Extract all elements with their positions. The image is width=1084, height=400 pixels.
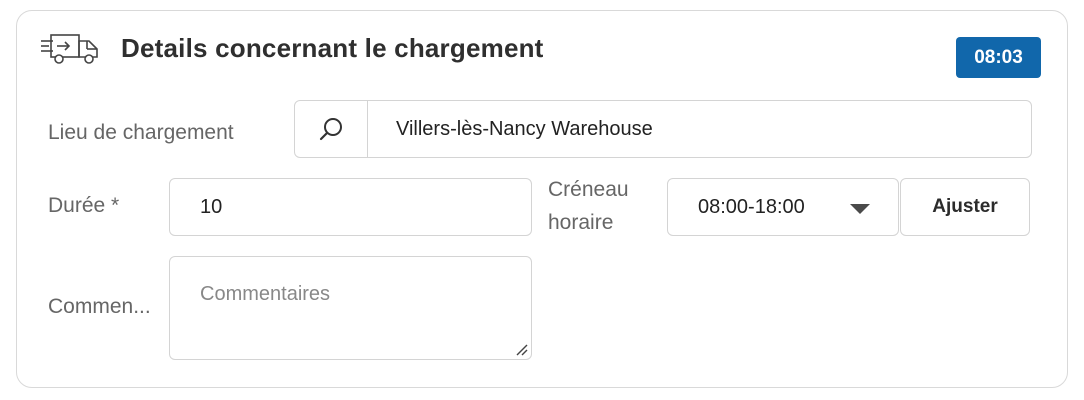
comments-textarea[interactable]: Commentaires xyxy=(169,256,532,360)
comments-label: Commen... xyxy=(48,295,151,318)
time-slot-select[interactable]: 08:00-18:00 xyxy=(667,178,899,236)
duration-label: Durée * xyxy=(48,194,120,217)
time-slot-value: 08:00-18:00 xyxy=(698,195,805,218)
loading-place-field[interactable]: Villers-lès-Nancy Warehouse xyxy=(294,100,1032,158)
card-title: Details concernant le chargement xyxy=(121,33,544,63)
delivery-truck-icon xyxy=(41,34,98,64)
resize-handle-icon[interactable] xyxy=(514,342,528,356)
time-slot-label-line2: horaire xyxy=(548,211,614,234)
loading-place-value[interactable]: Villers-lès-Nancy Warehouse xyxy=(368,101,1031,157)
time-slot-label-line1: Créneau xyxy=(548,178,629,201)
time-badge: 08:03 xyxy=(956,37,1041,78)
comments-placeholder: Commentaires xyxy=(200,283,331,305)
chevron-down-icon xyxy=(850,204,870,214)
adjust-button[interactable]: Ajuster xyxy=(900,178,1030,236)
loading-place-label: Lieu de chargement xyxy=(48,121,234,144)
search-icon xyxy=(319,118,342,141)
search-button[interactable] xyxy=(295,101,368,157)
duration-input[interactable]: 10 xyxy=(169,178,532,236)
